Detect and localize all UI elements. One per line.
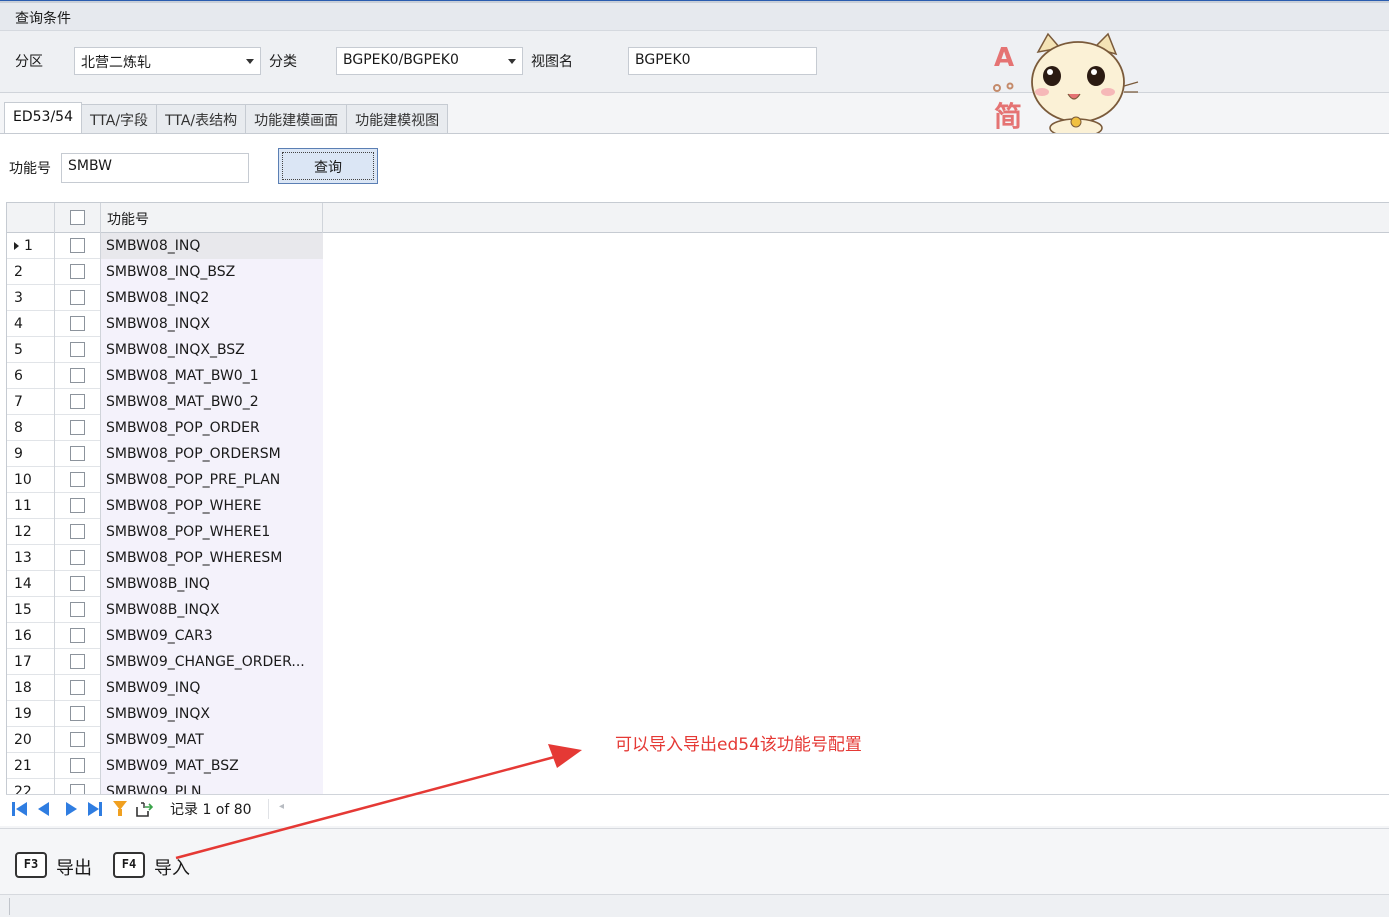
annotation-text: 可以导入导出ed54该功能号配置 [615, 735, 862, 755]
annotation-arrow [175, 744, 582, 860]
